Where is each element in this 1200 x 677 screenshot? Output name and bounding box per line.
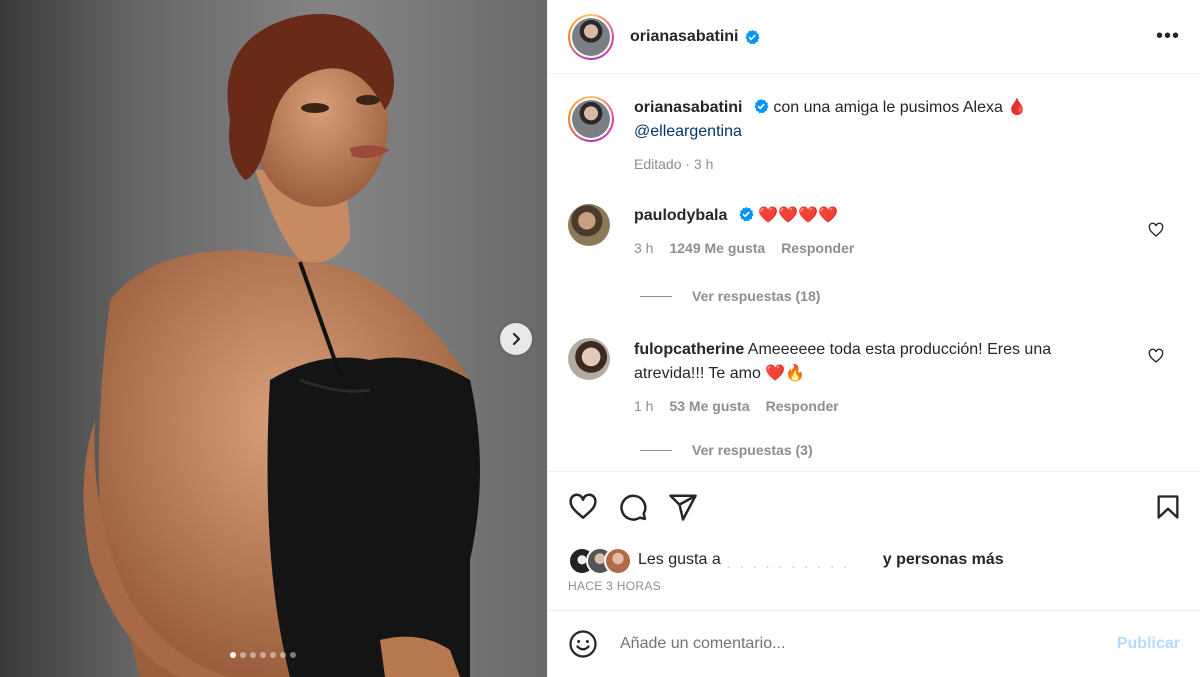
verified-badge-icon [745,29,761,44]
emoji-icon [569,630,597,658]
reply-button[interactable]: Responder [781,236,854,260]
emoji-button[interactable] [568,629,598,659]
reply-button[interactable]: Responder [766,394,839,418]
share-icon [669,494,697,521]
verified-badge-icon [739,207,754,222]
comment-composer: Publicar [548,610,1200,677]
caption-mention[interactable]: @elleargentina [634,123,742,140]
instagram-post: orianasabatini ••• orianasabatini con un… [0,0,1200,677]
post-media[interactable] [0,0,547,677]
like-button[interactable] [568,492,598,522]
avatar-image [572,100,610,138]
more-options-button[interactable]: ••• [1156,26,1180,46]
author-avatar[interactable] [568,13,614,60]
comment-like-heart-icon[interactable] [1148,222,1164,238]
likes-prefix: Les gusta a [638,551,721,568]
comment-button[interactable] [618,492,648,522]
publish-button[interactable]: Publicar [1117,635,1180,653]
author-username[interactable]: orianasabatini [630,28,738,46]
carousel-dots [230,652,296,658]
view-replies-label: Ver respuestas (18) [692,288,821,304]
carousel-dot [290,652,296,658]
post-photo [0,0,547,677]
post-side-panel: orianasabatini ••• orianasabatini con un… [547,0,1200,677]
bookmark-icon [1157,495,1179,519]
comment-time[interactable]: 3 h [634,236,653,260]
post-timestamp[interactable]: HACE 3 HORAS [568,579,661,593]
comment-likes[interactable]: 1249 Me gusta [669,236,765,260]
caption-text: con una amiga le pusimos Alexa 🩸 [773,99,1028,116]
save-button[interactable] [1154,492,1182,527]
avatar-image [572,17,610,56]
carousel-dot [240,652,246,658]
chevron-right-icon [512,332,521,346]
caption-row: orianasabatini con una amiga le pusimos … [568,96,1180,176]
caption-avatar[interactable] [568,96,614,142]
comment-avatar[interactable] [568,338,610,380]
carousel-dot [250,652,256,658]
post-actions: Les gusta a . . . . . . . . . . y person… [548,471,1200,593]
verified-badge-icon [754,99,769,114]
comment-like-heart-icon[interactable] [1148,348,1164,364]
carousel-next-button[interactable] [500,323,532,355]
comment-icon [620,494,647,521]
post-header: orianasabatini ••• [548,0,1200,74]
liker-avatars [568,547,638,575]
comment-row: fulopcatherine Ameeeeee toda esta produc… [568,338,1180,418]
share-button[interactable] [668,492,698,522]
view-replies-button[interactable]: Ver respuestas (3) [640,442,813,458]
carousel-dot [260,652,266,658]
comment-time[interactable]: 1 h [634,394,653,418]
edited-label: Editado · 3 h [634,156,714,172]
view-replies-button[interactable]: Ver respuestas (18) [640,288,820,304]
likes-summary[interactable]: Les gusta a . . . . . . . . . . y person… [568,547,1004,575]
view-replies-label: Ver respuestas (3) [692,442,813,458]
blurred-username: . . . . . . . . . . [726,555,850,572]
carousel-dot [280,652,286,658]
comment-likes[interactable]: 53 Me gusta [669,394,749,418]
comments-section[interactable]: orianasabatini con una amiga le pusimos … [548,74,1200,471]
comment-input[interactable] [618,634,1117,654]
carousel-dot [230,652,236,658]
heart-icon [569,493,597,519]
comment-username[interactable]: paulodybala [634,207,727,224]
caption-username[interactable]: orianasabatini [634,99,742,116]
comment-username[interactable]: fulopcatherine [634,341,744,358]
carousel-dot [270,652,276,658]
comment-row: paulodybala ❤️❤️❤️❤️ 3 h 1249 Me gusta R… [568,204,1180,260]
likes-suffix: y personas más [882,551,1004,568]
comment-text: ❤️❤️❤️❤️ [758,207,838,224]
comment-avatar[interactable] [568,204,610,246]
